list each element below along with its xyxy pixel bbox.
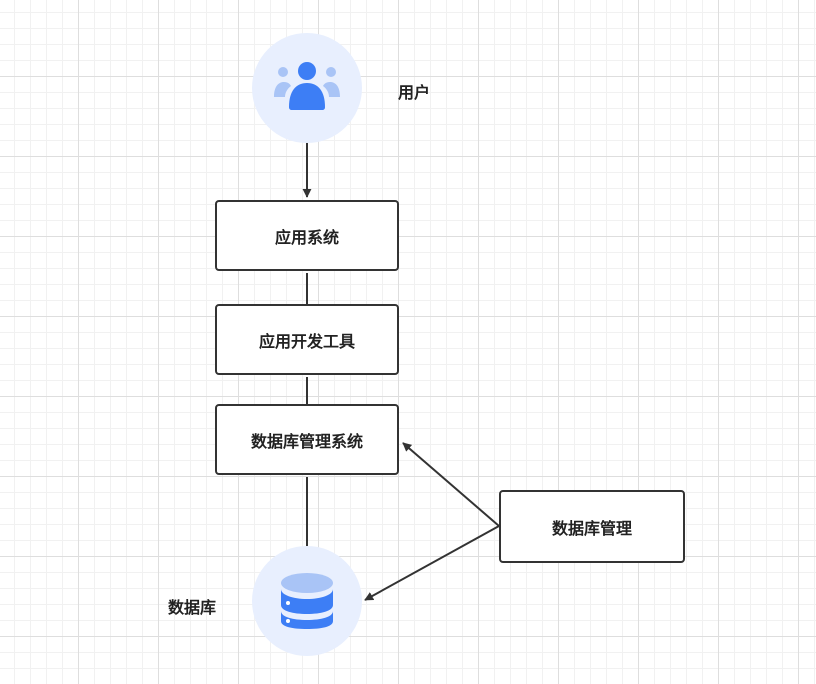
user-node bbox=[252, 33, 362, 143]
dbms-box[interactable]: 数据库管理系统 bbox=[215, 404, 399, 475]
database-node bbox=[252, 546, 362, 656]
dev-tools-box[interactable]: 应用开发工具 bbox=[215, 304, 399, 375]
edge-db-admin-to-database bbox=[364, 525, 500, 601]
app-system-label: 应用系统 bbox=[274, 227, 339, 247]
database-icon bbox=[281, 573, 333, 629]
dbms-label: 数据库管理系统 bbox=[250, 431, 363, 451]
db-admin-box[interactable]: 数据库管理 bbox=[499, 490, 685, 563]
user-label: 用户 bbox=[398, 83, 431, 102]
db-admin-label: 数据库管理 bbox=[551, 518, 632, 538]
dev-tools-label: 应用开发工具 bbox=[258, 331, 355, 351]
database-label: 数据库 bbox=[168, 598, 217, 617]
app-system-box[interactable]: 应用系统 bbox=[215, 200, 399, 271]
users-icon bbox=[274, 62, 340, 110]
edge-db-admin-to-dbms bbox=[402, 442, 500, 527]
